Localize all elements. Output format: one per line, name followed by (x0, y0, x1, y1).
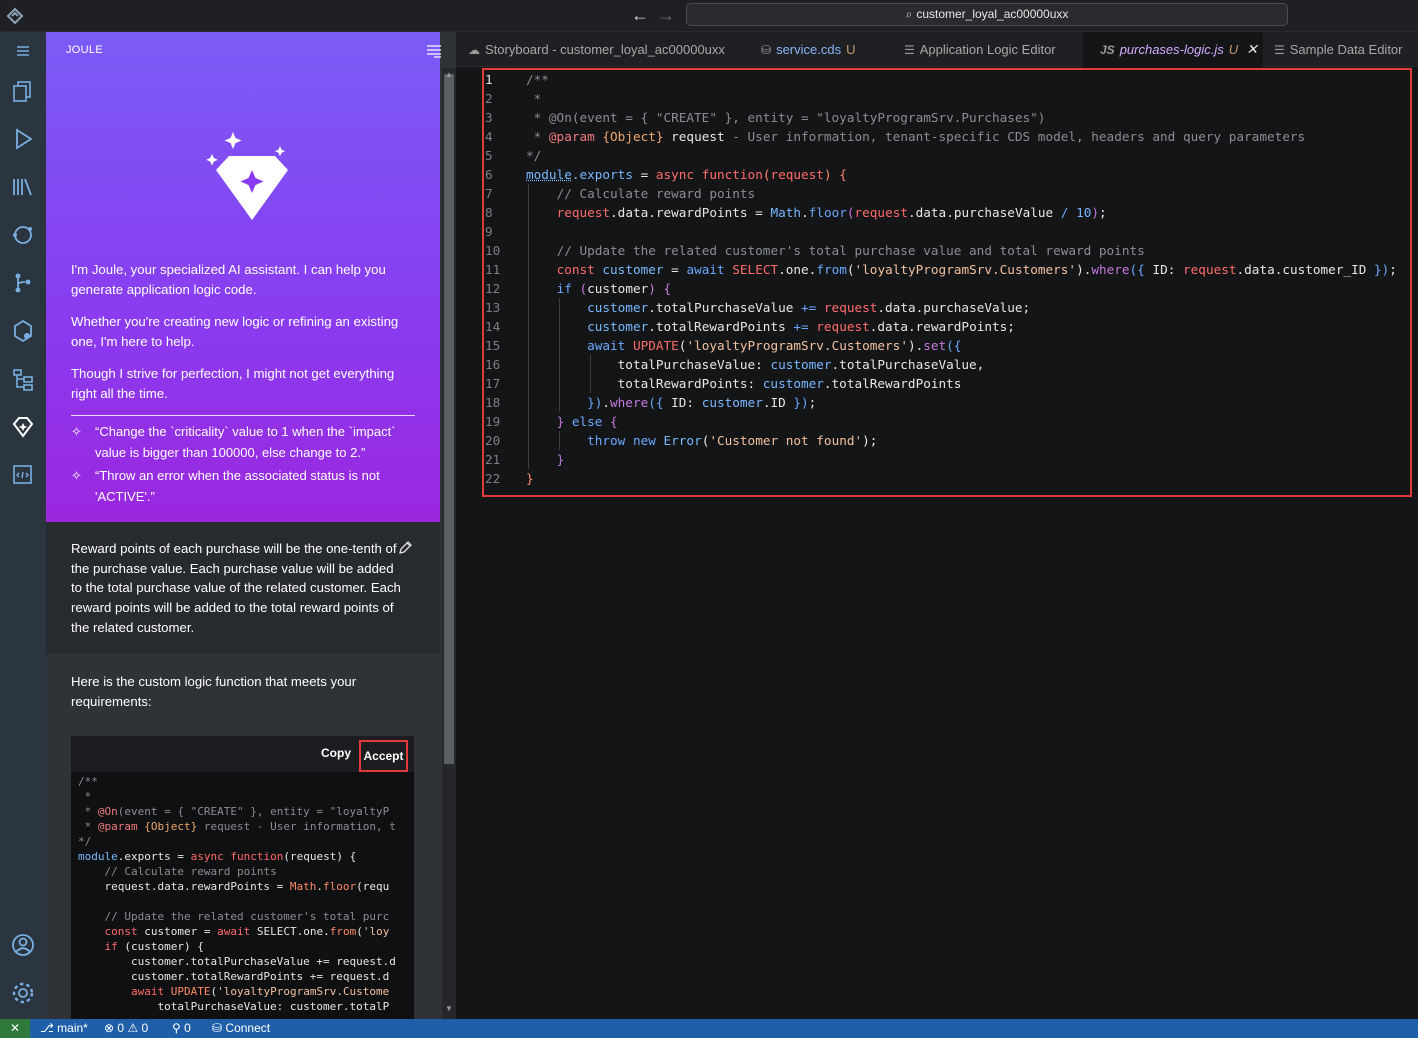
editor-tabs: ☁ Storyboard - customer_loyal_ac00000uxx … (456, 32, 1418, 67)
sparkle-icon: ✧ (71, 468, 82, 483)
tab-service-cds[interactable]: ⛁ service.cds U (761, 32, 855, 67)
bot-message-text: Here is the custom logic function that m… (71, 674, 357, 709)
forward-arrow-icon[interactable]: → (656, 5, 676, 25)
remote-icon[interactable]: ✕ (0, 1019, 30, 1038)
cloud-icon[interactable] (8, 220, 38, 250)
suggestion-2-text: “Throw an error when the associated stat… (95, 468, 380, 504)
tab-label: Sample Data Editor (1289, 42, 1403, 57)
tab-purchases-logic-js[interactable]: JS purchases-logic.js U ✕ (1083, 32, 1263, 67)
tab-label: purchases-logic.js (1119, 42, 1224, 57)
suggestion-1-text: “Change the `criticality` value to 1 whe… (95, 424, 396, 460)
doc-icon: ☰ (904, 43, 915, 57)
joule-intro-2: Whether you're creating new logic or ref… (71, 314, 399, 349)
status-bar: ✕ ⎇ main* ⊗ 0 ⚠ 0 ⚲ 0 ⛁ Connect (0, 1019, 1418, 1038)
activity-bar (0, 32, 46, 1019)
accept-button[interactable]: Accept (359, 740, 408, 772)
explorer-icon[interactable] (8, 76, 38, 106)
connect-indicator[interactable]: ⛁ Connect (212, 1019, 270, 1038)
scroll-up-icon[interactable]: ▲ (444, 70, 454, 79)
command-search-bar[interactable]: ⌕ customer_loyal_ac00000uxx (686, 3, 1288, 26)
account-icon[interactable] (8, 930, 38, 960)
joule-welcome: JOULE I'm Joule, your specialized AI ass… (46, 32, 442, 522)
joule-diamond-icon (202, 128, 292, 228)
joule-intro-3: Though I strive for perfection, I might … (71, 366, 395, 401)
tab-sample-data-editor[interactable]: ☰ Sample Data Editor (1274, 32, 1403, 67)
tab-untracked-badge: U (846, 42, 856, 57)
sparkle-icon: ✧ (71, 424, 82, 439)
code-card-header: Copy Accept (71, 736, 414, 772)
branch-name: main* (57, 1021, 88, 1035)
tab-label: Storyboard - customer_loyal_ac00000uxx (485, 42, 725, 57)
ports-indicator[interactable]: ⚲ 0 (172, 1019, 191, 1038)
doc-icon: ☰ (1274, 43, 1285, 57)
joule-intro-1: I'm Joule, your specialized AI assistant… (71, 262, 386, 297)
code-preview: /** * * @On(event = { "CREATE" }, entity… (78, 775, 396, 1013)
cds-icon: ⛁ (761, 43, 772, 57)
code-highlight-box (482, 68, 1412, 497)
antenna-icon: ⚲ (172, 1021, 181, 1035)
app-window: ← → ⌕ customer_loyal_ac00000uxx JOULE I'… (0, 0, 1418, 1038)
tab-storyboard[interactable]: ☁ Storyboard - customer_loyal_ac00000uxx (468, 32, 725, 67)
error-count: 0 (117, 1021, 125, 1035)
joule-panel: JOULE I'm Joule, your specialized AI ass… (46, 32, 456, 1019)
copy-button[interactable]: Copy (321, 746, 351, 760)
suggestion-1[interactable]: ✧ “Change the `criticality` value to 1 w… (71, 422, 416, 463)
code-review-icon[interactable] (8, 460, 38, 490)
joule-scrollbar[interactable] (442, 68, 456, 1019)
branch-icon: ⎇ (40, 1021, 58, 1035)
divider (71, 415, 415, 416)
deploy-icon[interactable] (8, 316, 38, 346)
menu-icon[interactable] (8, 36, 38, 66)
tab-label: service.cds (776, 42, 842, 57)
problems-indicator[interactable]: ⊗ 0 ⚠ 0 (104, 1019, 148, 1038)
joule-menu-icon[interactable] (426, 44, 442, 58)
settings-icon[interactable] (8, 978, 38, 1008)
error-icon: ⊗ (104, 1021, 115, 1035)
cloud-icon: ☁ (468, 43, 480, 57)
database-icon: ⛁ (212, 1021, 223, 1035)
back-arrow-icon[interactable]: ← (630, 5, 650, 25)
warning-icon: ⚠ (127, 1021, 139, 1035)
run-icon[interactable] (8, 124, 38, 154)
tab-application-logic-editor[interactable]: ☰ Application Logic Editor (904, 32, 1056, 67)
warning-count: 0 (141, 1021, 149, 1035)
user-message: Reward points of each purchase will be t… (46, 522, 440, 654)
joule-title: JOULE (66, 44, 103, 56)
tab-untracked-badge: U (1228, 42, 1239, 57)
close-icon[interactable]: ✕ (1246, 41, 1258, 57)
storyboard-icon[interactable] (8, 364, 38, 394)
search-icon: ⌕ (905, 7, 913, 21)
connect-label: Connect (225, 1021, 271, 1035)
js-file-icon: JS (1100, 43, 1115, 57)
code-suggestion-card: Copy Accept /** * * @On(event = { "CREAT… (71, 736, 414, 1019)
library-icon[interactable] (8, 172, 38, 202)
ports-count: 0 (184, 1021, 191, 1035)
app-logo-icon (6, 7, 24, 25)
search-text: customer_loyal_ac00000uxx (916, 7, 1069, 21)
branch-indicator[interactable]: ⎇ main* (40, 1019, 88, 1038)
edit-pencil-icon[interactable] (397, 540, 413, 556)
title-bar: ← → ⌕ customer_loyal_ac00000uxx (0, 0, 1418, 32)
scroll-down-icon[interactable]: ▼ (444, 1004, 454, 1013)
joule-icon[interactable] (8, 412, 38, 442)
scrollbar-thumb[interactable] (444, 74, 454, 764)
suggestion-2[interactable]: ✧ “Throw an error when the associated st… (71, 466, 416, 507)
source-control-icon[interactable] (8, 268, 38, 298)
user-message-text: Reward points of each purchase will be t… (71, 541, 401, 635)
tab-label: Application Logic Editor (919, 42, 1056, 57)
